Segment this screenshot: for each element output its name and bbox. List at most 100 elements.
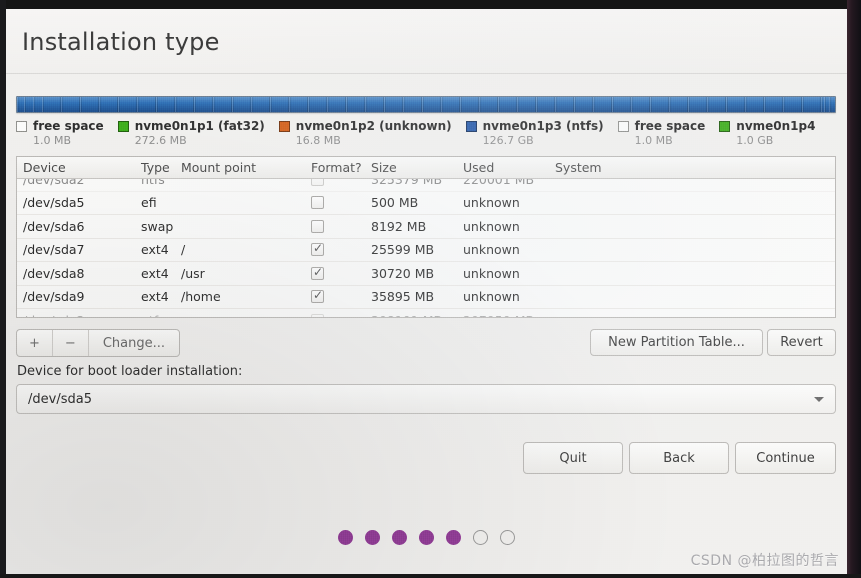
cell-format[interactable] xyxy=(305,241,365,257)
progress-dot-completed xyxy=(419,530,434,545)
format-checkbox-unchecked[interactable] xyxy=(311,196,324,210)
table-row[interactable]: /dev/sda7 ext4 / 25599 MB unknown xyxy=(17,239,835,262)
partition-bar-segment[interactable] xyxy=(33,97,42,112)
legend-partition-name: free space xyxy=(33,119,104,133)
cell-used: unknown xyxy=(463,218,520,234)
screen-bezel-top xyxy=(0,0,861,9)
progress-dot-completed xyxy=(446,530,461,545)
legend-item: free space 1.0 MB xyxy=(617,119,705,147)
cell-format[interactable] xyxy=(305,265,365,280)
cell-size: 308101 MB xyxy=(365,313,457,317)
progress-dot-completed xyxy=(392,530,407,545)
format-checkbox-checked[interactable] xyxy=(311,288,324,304)
format-checkbox-unchecked[interactable] xyxy=(311,179,324,186)
legend-partition-size: 1.0 MB xyxy=(634,134,673,147)
window-header: Installation type xyxy=(6,9,847,73)
cell-type: efi xyxy=(141,195,157,211)
legend-color-swatch xyxy=(617,120,629,132)
cell-size: 500 MB xyxy=(371,195,419,211)
partition-bar-segment[interactable] xyxy=(23,97,34,112)
cell-size: 8192 MB xyxy=(371,218,427,234)
cell-used: 220001 MB xyxy=(463,179,535,187)
table-column-header[interactable]: Size xyxy=(365,160,457,175)
partition-legend: free space 1.0 MB nvme0n1p1 (fat32) 272.6 M… xyxy=(16,119,838,149)
legend-partition-name: nvme0n1p4 xyxy=(736,119,816,133)
cell-device: /dev/sda8 xyxy=(23,265,85,281)
legend-partition-name: nvme0n1p1 (fat32) xyxy=(134,119,265,133)
table-row[interactable]: /dev/sda9 ext4/home 35895 MB unknown xyxy=(17,286,835,309)
progress-dot-completed xyxy=(338,530,353,545)
quit-button[interactable]: Quit xyxy=(523,442,623,474)
change-partition-button[interactable]: Change... xyxy=(89,330,179,356)
installer-window: Installation type free space 1.0 MB nvme0n… xyxy=(6,9,847,574)
legend-color-swatch xyxy=(117,120,129,132)
cell-type: ext4 xyxy=(141,242,169,258)
legend-partition-size: 16.8 MB xyxy=(295,134,341,147)
cell-format[interactable] xyxy=(305,219,365,233)
screen-bezel-right xyxy=(847,0,861,578)
table-header-row: Device Type Mount point Format? Size Used Syst… xyxy=(17,157,835,179)
partition-bar-segment[interactable] xyxy=(41,97,824,112)
cell-device: /dev/sda5 xyxy=(23,195,85,211)
partition-usage-bar[interactable] xyxy=(16,96,836,113)
chevron-down-icon xyxy=(814,397,824,402)
partition-table[interactable]: Device Type Mount point Format? Size Used Syst… xyxy=(16,156,836,318)
back-button[interactable]: Back xyxy=(629,442,729,474)
cell-size: 30720 MB xyxy=(371,265,435,281)
cell-device: /dev/sda6 xyxy=(23,218,85,234)
cell-type: ntfs xyxy=(135,313,175,317)
legend-color-swatch xyxy=(719,120,731,132)
cell-used: unknown xyxy=(463,195,520,211)
table-row[interactable]: /dev/sda6 swap 8192 MB unknown xyxy=(17,215,835,239)
cell-type: ext4 xyxy=(141,289,169,305)
table-column-header[interactable]: Mount point xyxy=(175,160,305,175)
boot-loader-device-select[interactable]: /dev/sda5 xyxy=(16,384,836,414)
progress-dot-pending xyxy=(473,530,488,545)
page-title: Installation type xyxy=(22,28,220,56)
legend-partition-size: 1.0 GB xyxy=(736,134,774,147)
add-partition-button[interactable]: + xyxy=(17,330,53,356)
partition-bar-segment[interactable] xyxy=(829,97,835,112)
legend-color-swatch xyxy=(465,120,477,132)
cell-format[interactable] xyxy=(305,288,365,304)
format-checkbox-unchecked[interactable] xyxy=(311,219,324,233)
cell-type: swap xyxy=(141,218,174,234)
cell-used: unknown xyxy=(463,289,520,305)
continue-button[interactable]: Continue xyxy=(735,442,836,474)
cell-device: /dev/sda9 xyxy=(23,289,85,305)
table-column-header[interactable]: Type xyxy=(135,160,175,175)
table-column-header[interactable]: Format? xyxy=(305,160,365,175)
format-checkbox-unchecked[interactable] xyxy=(311,313,324,317)
revert-button[interactable]: Revert xyxy=(767,329,836,356)
screen-photo: Installation type free space 1.0 MB nvme0n… xyxy=(0,0,861,578)
table-body[interactable]: /dev/sda2 ntfs 325379 MB 220001 MB/dev/sda5… xyxy=(17,179,835,317)
partition-edit-toolbar[interactable]: + − Change... xyxy=(16,329,180,357)
table-row[interactable]: /dev/sda5 efi 500 MB unknown xyxy=(17,192,835,215)
table-column-header[interactable]: Used xyxy=(457,160,549,175)
table-row[interactable]: /dev/sda2 ntfs 325379 MB 220001 MB xyxy=(17,179,835,192)
cell-mount-point: / xyxy=(181,242,186,258)
format-checkbox-checked[interactable] xyxy=(311,241,324,257)
remove-partition-button[interactable]: − xyxy=(53,330,89,356)
watermark-text: CSDN @柏拉图的哲言 xyxy=(690,553,839,569)
cell-size: 35895 MB xyxy=(371,289,435,305)
cell-format[interactable] xyxy=(305,196,365,210)
legend-item: nvme0n1p4 1.0 GB xyxy=(719,119,815,147)
legend-item: nvme0n1p3 (ntfs) 126.7 GB xyxy=(465,119,604,147)
cell-device: /dev/sda2 xyxy=(23,179,85,187)
cell-format[interactable] xyxy=(305,313,365,317)
window-body: free space 1.0 MB nvme0n1p1 (fat32) 272.6 M… xyxy=(6,74,847,574)
format-checkbox-checked[interactable] xyxy=(311,265,324,280)
screen-bezel-bottom xyxy=(0,574,861,578)
table-row[interactable]: /dev/sda3ntfs 308101 MB207950 MB xyxy=(17,309,835,317)
new-partition-table-button[interactable]: New Partition Table... xyxy=(590,329,763,356)
table-column-header[interactable]: Device xyxy=(17,160,135,175)
cell-format[interactable] xyxy=(305,179,365,186)
legend-partition-name: nvme0n1p2 (unknown) xyxy=(295,119,452,133)
cell-mount-point: /home xyxy=(181,289,221,305)
table-row[interactable]: /dev/sda8 ext4/usr 30720 MB unknown xyxy=(17,262,835,286)
table-column-header[interactable]: System xyxy=(549,160,749,175)
cell-type: ext4 xyxy=(141,265,169,281)
cell-device: /dev/sda7 xyxy=(23,242,85,258)
cell-used: unknown xyxy=(463,265,520,281)
